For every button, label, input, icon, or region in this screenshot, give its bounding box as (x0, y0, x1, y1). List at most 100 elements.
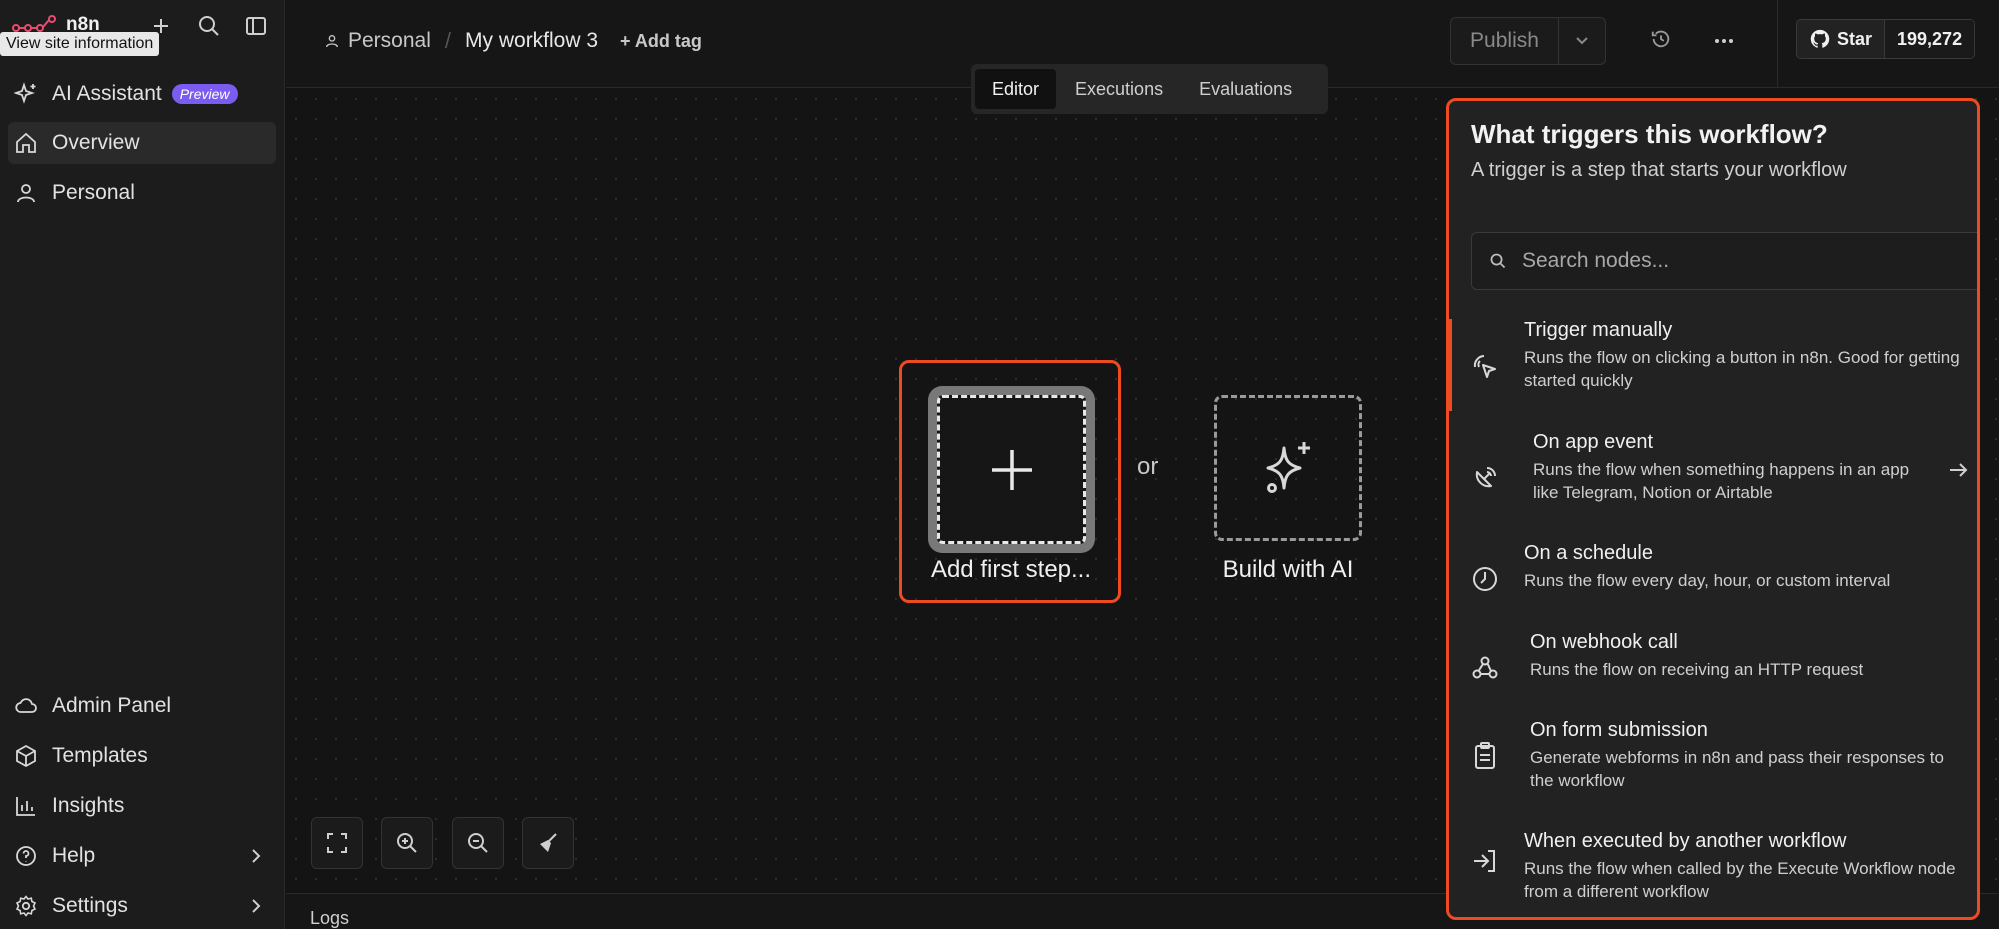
trigger-title: Trigger manually (1524, 319, 1673, 341)
tab-evaluations[interactable]: Evaluations (1182, 69, 1309, 109)
trigger-title: On webhook call (1530, 631, 1678, 653)
sidebar-item-label: Insights (52, 794, 125, 817)
sidebar-item-label: Admin Panel (52, 694, 172, 717)
sparkle-icon (14, 82, 36, 104)
broom-icon (540, 833, 557, 852)
sidebar-item-label: Settings (52, 894, 128, 917)
zoom-out-button[interactable] (452, 817, 504, 869)
chevron-down-icon (1576, 37, 1588, 45)
history-icon (1651, 30, 1670, 48)
site-info-tooltip: View site information (0, 32, 160, 56)
trigger-item-webhook[interactable]: On webhook call Runs the flow on receivi… (1449, 631, 1977, 703)
publish-dropdown-button[interactable] (1559, 18, 1605, 64)
tab-editor[interactable]: Editor (975, 69, 1057, 109)
gear-icon (15, 895, 37, 917)
view-tabs: Editor Executions Evaluations (971, 64, 1328, 114)
user-icon (17, 184, 35, 203)
trigger-item-app-event[interactable]: On app event Runs the flow when somethin… (1449, 431, 1977, 523)
github-star-count[interactable]: 199,272 (1885, 20, 1975, 58)
search-nodes-input[interactable] (1522, 249, 1962, 273)
home-icon (16, 132, 36, 153)
box-icon (16, 744, 36, 768)
workflow-name[interactable]: My workflow 3 (465, 29, 598, 53)
webhook-icon (1472, 656, 1498, 679)
sidebar-item-help[interactable]: Help (8, 835, 276, 877)
sidebar-item-insights[interactable]: Insights (8, 785, 276, 827)
breadcrumb-owner-label: Personal (348, 29, 431, 52)
trigger-description: Runs the flow when something happens in … (1533, 460, 1910, 502)
trigger-description: Runs the flow when called by the Execute… (1524, 859, 1956, 901)
sparkle-icon (1266, 442, 1310, 493)
clock-icon (1473, 567, 1497, 591)
trigger-item-schedule[interactable]: On a schedule Runs the flow every day, h… (1449, 542, 1977, 614)
tab-executions[interactable]: Executions (1058, 69, 1180, 109)
search-icon (1490, 253, 1506, 269)
add-first-step-label: Add first step... (930, 556, 1092, 583)
sidebar-item-overview[interactable]: Overview (8, 122, 276, 164)
trigger-panel: What triggers this workflow? A trigger i… (1446, 98, 1980, 920)
build-with-ai-label: Build with AI (1222, 556, 1354, 583)
trigger-description: Runs the flow every day, hour, or custom… (1524, 571, 1891, 590)
sidebar-item-admin-panel[interactable]: Admin Panel (8, 685, 276, 727)
or-text: or (1137, 453, 1159, 480)
chevron-right-icon (252, 849, 261, 863)
add-first-step-inner (937, 395, 1086, 544)
trigger-title: On form submission (1530, 719, 1708, 741)
trigger-title: On a schedule (1524, 542, 1653, 564)
zoom-in-icon (397, 833, 417, 853)
plus-icon (991, 449, 1032, 490)
sidebar-item-label: Templates (52, 744, 148, 767)
github-star-widget[interactable]: Star 199,272 (1796, 19, 1976, 59)
sidebar-item-label: Personal (52, 181, 135, 204)
sidebar-item-settings[interactable]: Settings (8, 885, 276, 927)
help-icon (16, 846, 36, 866)
trigger-title: On app event (1533, 431, 1654, 453)
publish-button[interactable]: Publish (1451, 18, 1559, 64)
sidebar-item-ai-assistant[interactable]: AI Assistant Preview (8, 73, 276, 115)
trigger-description: Runs the flow on receiving an HTTP reque… (1530, 660, 1864, 679)
zoom-in-button[interactable] (381, 817, 433, 869)
trigger-description: Generate webforms in n8n and pass their … (1530, 748, 1944, 790)
fullscreen-icon (327, 833, 347, 853)
fit-view-button[interactable] (311, 817, 363, 869)
zoom-out-icon (468, 833, 488, 853)
history-button[interactable] (1650, 28, 1672, 55)
sidebar: n8n View site information AI Assistant P… (0, 0, 285, 929)
logs-label: Logs (310, 908, 350, 928)
tidy-up-button[interactable] (522, 817, 574, 869)
add-tag-button[interactable]: + Add tag (620, 31, 702, 52)
build-with-ai-button[interactable] (1214, 395, 1362, 541)
sidebar-item-label: AI Assistant (52, 82, 162, 105)
ellipsis-icon (1715, 39, 1733, 43)
trigger-title: When executed by another workflow (1524, 830, 1847, 852)
collapse-sidebar-button[interactable] (243, 13, 269, 39)
clipboard-icon (1475, 742, 1495, 769)
trigger-item-executed-by-workflow[interactable]: When executed by another workflow Runs t… (1449, 830, 1977, 917)
github-star-button[interactable]: Star (1797, 20, 1886, 58)
more-options-button[interactable] (1713, 30, 1735, 57)
sidebar-toggle-icon (246, 17, 266, 35)
panel-subtitle: A trigger is a step that starts your wor… (1471, 159, 1847, 181)
sidebar-header: n8n View site information (0, 0, 285, 56)
search-button[interactable] (196, 13, 222, 39)
user-icon (326, 35, 338, 48)
preview-badge: Preview (171, 84, 238, 104)
arrow-right-icon (1950, 463, 1968, 477)
github-icon (1810, 29, 1830, 48)
trigger-item-form-submission[interactable]: On form submission Generate webforms in … (1449, 719, 1977, 811)
publish-control: Publish (1450, 17, 1606, 65)
header-divider (1777, 0, 1778, 88)
trigger-description: Runs the flow on clicking a button in n8… (1524, 348, 1960, 390)
add-first-step-button[interactable] (928, 386, 1095, 553)
sidebar-item-label: Overview (52, 131, 140, 154)
search-icon (199, 16, 219, 36)
sign-in-icon (1474, 850, 1495, 872)
bar-chart-icon (16, 797, 35, 816)
trigger-item-manual[interactable]: Trigger manually Runs the flow on clicki… (1449, 319, 1977, 411)
sidebar-item-templates[interactable]: Templates (8, 735, 276, 777)
search-nodes-field[interactable] (1471, 232, 1977, 290)
breadcrumb-owner[interactable]: Personal (324, 29, 431, 53)
sidebar-item-personal[interactable]: Personal (8, 172, 276, 214)
satellite-dish-icon (1475, 467, 1496, 488)
chevron-right-icon (252, 899, 261, 913)
